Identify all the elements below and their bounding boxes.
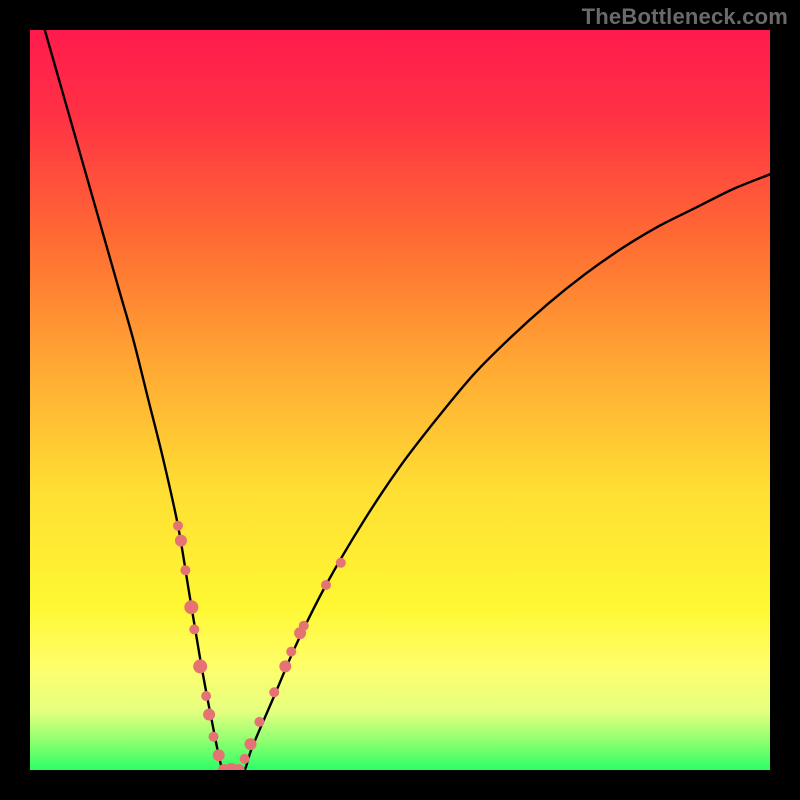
data-point [209,732,219,742]
data-point [184,600,198,614]
chart-frame: TheBottleneck.com [0,0,800,800]
data-point [201,691,211,701]
data-point [279,660,291,672]
data-point [203,709,215,721]
data-point [189,624,199,634]
data-point [321,580,331,590]
watermark-text: TheBottleneck.com [582,4,788,30]
plot-area [30,30,770,770]
data-point [173,521,183,531]
data-point [299,621,309,631]
data-point [245,738,257,750]
data-point [336,558,346,568]
data-point [269,687,279,697]
data-point [193,659,207,673]
data-point [213,749,225,761]
data-point [180,565,190,575]
data-point [254,717,264,727]
data-point [286,647,296,657]
data-points [30,30,770,770]
data-point [240,754,250,764]
data-point [175,535,187,547]
